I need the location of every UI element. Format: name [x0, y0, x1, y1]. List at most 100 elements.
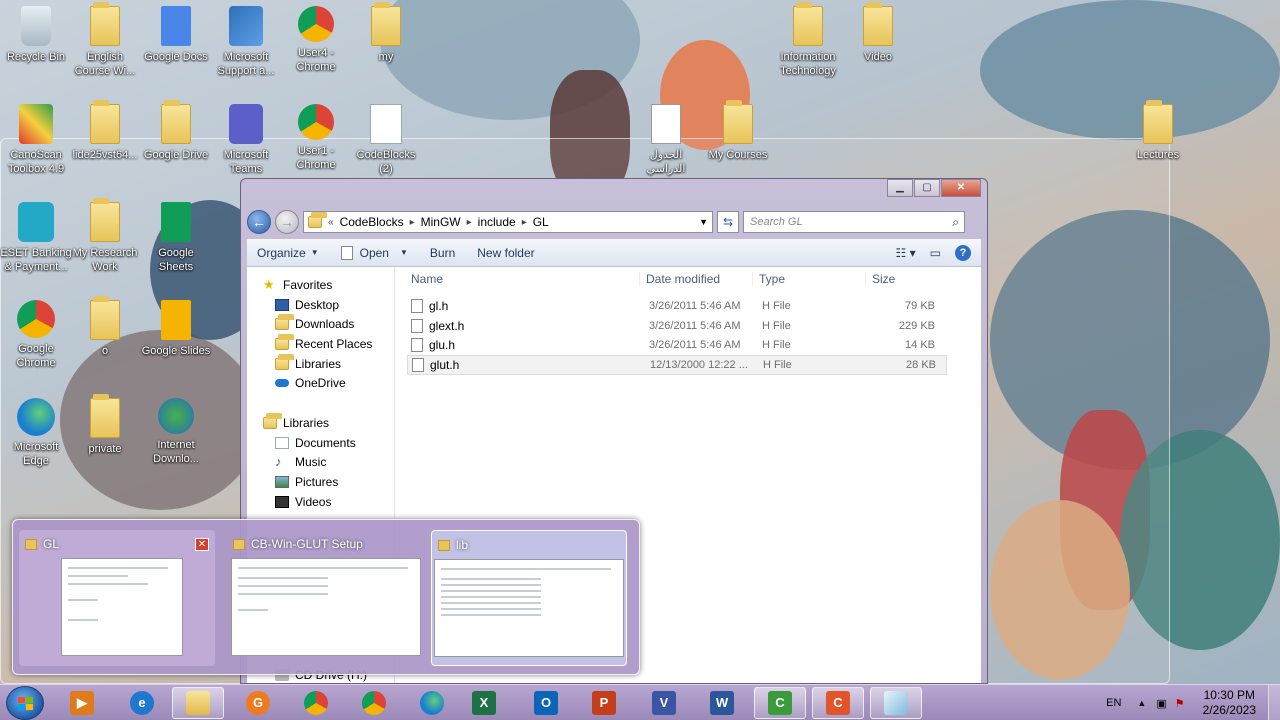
desktop-icon-research-work[interactable]: My Research Work — [69, 198, 141, 274]
file-row[interactable]: glext.h 3/26/2011 5:46 AM H File 229 KB — [407, 316, 947, 336]
desktop-icon-video[interactable]: Video — [842, 2, 914, 64]
minimize-button[interactable]: ▁ — [887, 179, 913, 197]
search-input[interactable]: Search GL ⌕ — [743, 211, 965, 233]
preview-pane-icon[interactable]: ▭ — [930, 246, 941, 260]
desktop-icon-user1-chrome[interactable]: User1 - Chrome — [280, 104, 352, 172]
language-indicator[interactable]: EN — [1106, 697, 1121, 709]
file-row[interactable]: gl.h 3/26/2011 5:46 AM H File 79 KB — [407, 296, 947, 316]
nav-documents[interactable]: Documents — [247, 433, 394, 453]
taskbar-pdf-app[interactable]: G — [232, 687, 284, 719]
taskbar-chrome-2[interactable] — [348, 687, 400, 719]
desktop-icon-edge[interactable]: Microsoft Edge — [0, 398, 72, 468]
address-bar[interactable]: « CodeBlocks ▸ MinGW ▸ include ▸ GL ▼ — [303, 211, 713, 233]
taskbar-chrome-1[interactable] — [290, 687, 342, 719]
desktop-icon-google-chrome[interactable]: Google Chrome — [0, 300, 72, 370]
nav-recent-places[interactable]: Recent Places — [247, 333, 394, 354]
open-button[interactable]: Open ▼ — [331, 245, 420, 260]
taskbar-powerpoint[interactable]: P — [578, 687, 630, 719]
desktop-icon-google-docs[interactable]: Google Docs — [140, 6, 212, 64]
nav-pictures[interactable]: Pictures — [247, 472, 394, 492]
desktop-icon-google-slides[interactable]: Google Slides — [140, 300, 212, 358]
nav-libraries[interactable]: Libraries — [247, 412, 394, 433]
desktop-icon-codeblocks[interactable]: CodeBlocks (2) — [350, 104, 422, 176]
desktop-icon-recycle-bin[interactable]: Recycle Bin — [0, 6, 72, 64]
desktop-icon-o[interactable]: o — [69, 296, 141, 358]
breadcrumb-separator-icon[interactable]: ▸ — [467, 217, 472, 228]
file-row[interactable]: glu.h 3/26/2011 5:46 AM H File 14 KB — [407, 335, 947, 355]
desktop-icon-private[interactable]: private — [69, 394, 141, 456]
desktop-icon-lide25[interactable]: lide25vst64... — [69, 100, 141, 162]
file-type: H File — [762, 299, 791, 312]
nav-desktop[interactable]: Desktop — [247, 295, 394, 315]
organize-button[interactable]: Organize ▼ — [247, 246, 331, 260]
desktop-icon-user4-chrome[interactable]: User4 - Chrome — [280, 6, 352, 74]
desktop-icon-idm[interactable]: Internet Downlo... — [140, 398, 212, 466]
desktop-icon-label: Google Sheets — [158, 247, 194, 273]
breadcrumb-separator-icon[interactable]: ▸ — [410, 217, 415, 228]
help-icon[interactable]: ? — [955, 244, 971, 261]
desktop-icon-english-course[interactable]: English Course Wi... — [69, 2, 141, 78]
thumbnail-gl[interactable]: GL ✕ — [19, 530, 215, 666]
nav-videos[interactable]: Videos — [247, 492, 394, 512]
nav-onedrive[interactable]: OneDrive — [247, 373, 394, 393]
taskbar-media-player[interactable]: ▶ — [56, 687, 108, 719]
taskbar-camtasia-orange[interactable]: C — [812, 687, 864, 719]
breadcrumb-gl[interactable]: GL — [533, 215, 549, 229]
breadcrumb-codeblocks[interactable]: CodeBlocks — [340, 215, 404, 229]
breadcrumb-mingw[interactable]: MinGW — [421, 215, 461, 229]
thumbnail-close-button[interactable]: ✕ — [195, 538, 209, 551]
desktop-icon-canoscan[interactable]: CanoScan Toolbox 4.9 — [0, 104, 72, 176]
back-button[interactable]: ← — [247, 210, 271, 234]
network-icon[interactable]: ▣ — [1156, 697, 1166, 710]
desktop-icon-ms-support[interactable]: Microsoft Support a... — [210, 6, 282, 78]
taskbar-file-explorer[interactable] — [172, 687, 224, 719]
nav-music[interactable]: ♪ Music — [247, 453, 394, 473]
desktop-icon-lectures[interactable]: Lectures — [1122, 100, 1194, 162]
overflow-chevron-icon[interactable]: « — [328, 217, 334, 228]
desktop-icon-my[interactable]: my — [350, 2, 422, 64]
start-button[interactable] — [6, 686, 44, 720]
breadcrumb-separator-icon[interactable]: ▸ — [522, 217, 527, 228]
show-desktop-button[interactable] — [1268, 685, 1280, 720]
nav-downloads[interactable]: Downloads — [247, 314, 394, 334]
clock[interactable]: 10:30 PM 2/26/2023 — [1203, 688, 1256, 718]
thumbnail-lib[interactable]: lib — [431, 530, 627, 666]
taskbar-outlook[interactable]: O — [520, 687, 572, 719]
action-center-icon[interactable]: ⚑ — [1175, 697, 1185, 710]
column-name[interactable]: Name — [395, 272, 639, 286]
nav-label: Favorites — [283, 277, 333, 292]
new-folder-button[interactable]: New folder — [467, 246, 546, 260]
taskbar-excel[interactable]: X — [458, 687, 510, 719]
desktop-icon-my-courses[interactable]: My Courses — [702, 100, 774, 162]
column-size[interactable]: Size — [865, 271, 945, 286]
nav-favorites[interactable]: ★ Favorites — [247, 275, 394, 295]
column-type[interactable]: Type — [752, 271, 865, 286]
taskbar-eraser-app[interactable] — [870, 687, 922, 719]
desktop-icon-teams[interactable]: Microsoft Teams — [210, 104, 282, 176]
desktop-icon-information-technology[interactable]: Information Technology — [772, 2, 844, 78]
taskbar-visio[interactable]: V — [638, 687, 690, 719]
support-icon — [229, 6, 263, 46]
view-options-icon[interactable]: ☷ ▾ — [896, 246, 916, 260]
breadcrumb-include[interactable]: include — [478, 215, 516, 229]
taskbar-word[interactable]: W — [696, 687, 748, 719]
burn-button[interactable]: Burn — [420, 246, 467, 260]
taskbar-camtasia-green[interactable]: C — [754, 687, 806, 719]
nav-libraries-fav[interactable]: Libraries — [247, 353, 394, 374]
close-button[interactable]: ✕ — [941, 179, 981, 197]
desktop-icon-google-sheets[interactable]: Google Sheets — [140, 202, 212, 274]
show-hidden-icons-icon[interactable]: ▲ — [1137, 698, 1146, 708]
file-date: 12/13/2000 12:22 ... — [650, 358, 748, 371]
desktop-icon-excel-schedule[interactable]: الجدول الدراسي — [630, 104, 702, 176]
refresh-button[interactable]: ⇆ — [717, 211, 739, 233]
column-date-modified[interactable]: Date modified — [639, 271, 752, 286]
forward-button[interactable]: → — [275, 210, 299, 234]
address-dropdown-icon[interactable]: ▼ — [699, 217, 708, 227]
file-row[interactable]: glut.h 12/13/2000 12:22 ... H File 28 KB — [407, 355, 947, 375]
maximize-button[interactable]: ▢ — [914, 179, 940, 197]
desktop-icon-google-drive[interactable]: Google Drive — [140, 100, 212, 162]
thumbnail-cb-win-glut-setup[interactable]: CB-Win-GLUT Setup — [227, 530, 423, 666]
taskbar-edge[interactable] — [406, 687, 458, 719]
desktop-icon-eset[interactable]: ESET Banking & Payment... — [0, 202, 72, 274]
taskbar-internet-explorer[interactable]: e — [116, 687, 168, 719]
